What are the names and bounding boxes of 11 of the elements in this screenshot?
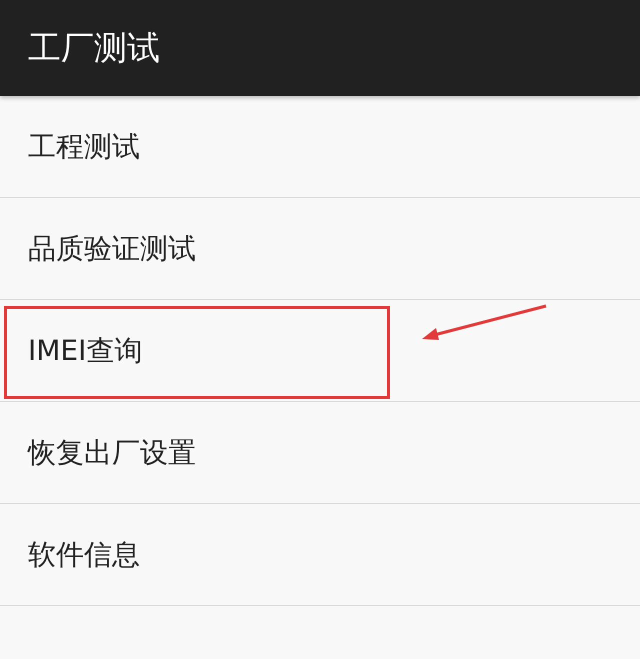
menu-item-label: 软件信息 <box>28 536 140 572</box>
menu-item[interactable]: IMEI查询 <box>0 300 640 402</box>
menu-item-label: 工程测试 <box>28 128 140 164</box>
screen-title: 工厂测试 <box>28 26 160 68</box>
menu-item-label: IMEI查询 <box>28 332 142 368</box>
menu-item[interactable]: 软件信息 <box>0 504 640 606</box>
menu-item[interactable]: 品质验证测试 <box>0 198 640 300</box>
menu-item-label: 恢复出厂设置 <box>28 434 196 470</box>
menu-item-label: 品质验证测试 <box>28 230 196 266</box>
menu-item[interactable]: 恢复出厂设置 <box>0 402 640 504</box>
menu-item[interactable]: 工程测试 <box>0 96 640 198</box>
